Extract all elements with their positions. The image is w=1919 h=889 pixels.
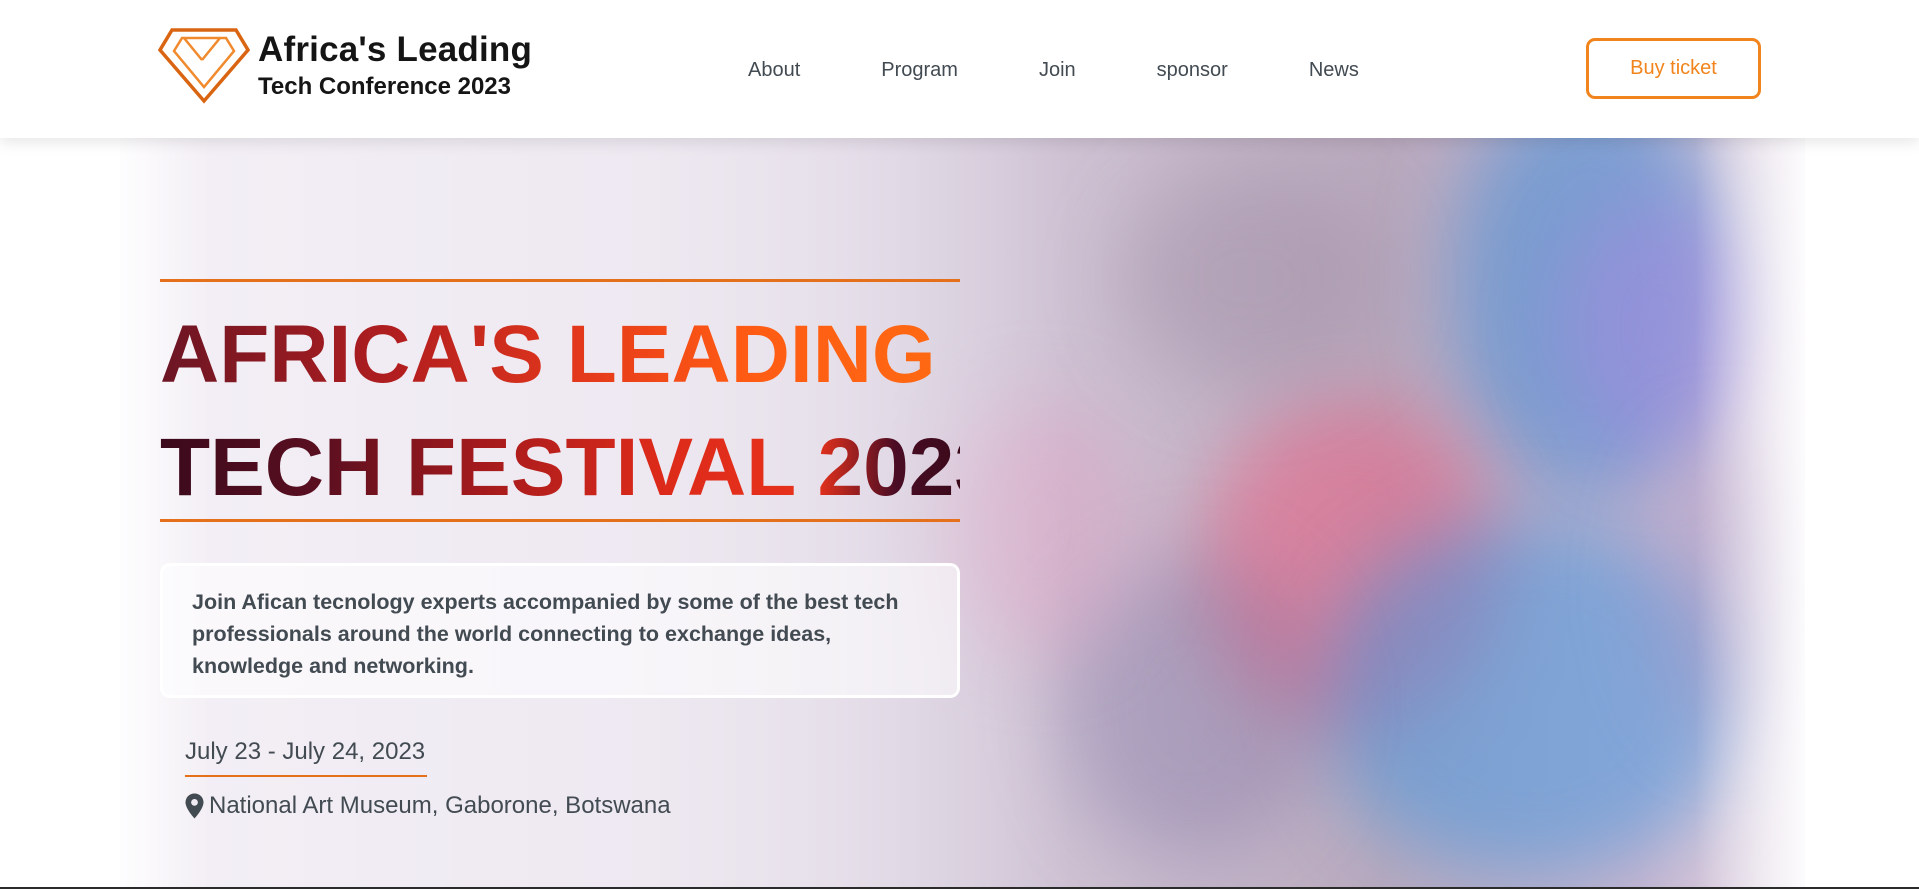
event-venue: National Art Museum, Gaborone, Botswana [185,790,671,822]
hero-description: Join Afican tecnology experts accompanie… [192,590,899,678]
event-dates: July 23 - July 24, 2023 [185,738,426,765]
logo-subtitle: Tech Conference 2023 [258,73,511,100]
headline-line-2: TECH FESTIVAL 2023 [160,411,1000,524]
main-nav: About Program Join sponsor News [748,56,1359,84]
nav-item-about[interactable]: About [748,56,800,84]
diamond-icon [158,28,250,104]
headline-line-1: AFRICA'S LEADING [160,298,960,411]
hero-headline: AFRICA'S LEADING TECH FESTIVAL 2023 [160,298,1000,524]
site-logo[interactable]: Africa's Leading Tech Conference 2023 [158,28,532,104]
nav-item-join[interactable]: Join [1039,56,1076,84]
venue-text: National Art Museum, Gaborone, Botswana [209,792,671,819]
headline-bottom-rule [160,519,960,522]
dates-underline [185,775,427,777]
nav-item-news[interactable]: News [1309,56,1359,84]
hero-content: AFRICA'S LEADING TECH FESTIVAL 2023 Join… [160,138,1000,889]
description-card: Join Afican tecnology experts accompanie… [160,563,960,698]
logo-title: Africa's Leading [258,30,533,69]
map-marker-icon [185,793,204,819]
site-header: Africa's Leading Tech Conference 2023 Ab… [0,0,1919,138]
buy-ticket-button[interactable]: Buy ticket [1586,38,1761,99]
nav-item-sponsor[interactable]: sponsor [1157,56,1228,84]
hero-section: AFRICA'S LEADING TECH FESTIVAL 2023 Join… [0,138,1919,889]
logo-text: Africa's Leading Tech Conference 2023 [258,30,532,102]
nav-item-program[interactable]: Program [881,56,958,84]
headline-top-rule [160,279,960,282]
